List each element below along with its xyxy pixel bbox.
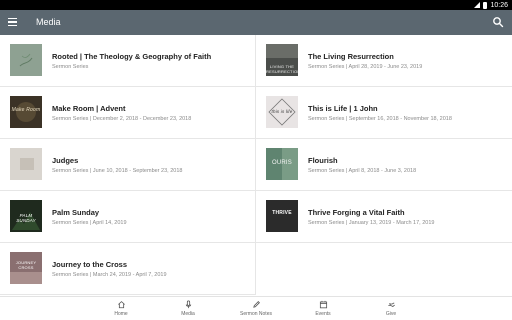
search-icon[interactable] — [492, 16, 504, 28]
list-item[interactable]: Judges Sermon Series | June 10, 2018 - S… — [0, 139, 256, 191]
series-subtitle: Sermon Series | September 16, 2018 - Nov… — [308, 116, 452, 122]
give-icon — [387, 302, 395, 307]
list-item[interactable]: OURIS Flourish Sermon Series | April 8, … — [256, 139, 512, 191]
series-subtitle: Sermon Series | April 14, 2019 — [52, 220, 127, 226]
nav-media[interactable]: Media — [158, 300, 218, 317]
series-subtitle: Sermon Series | January 13, 2019 - March… — [308, 220, 435, 226]
series-thumbnail: this is life — [266, 96, 298, 128]
list-item[interactable]: Rooted | The Theology & Geography of Fai… — [0, 35, 256, 87]
nav-label: Give — [385, 311, 397, 317]
series-thumbnail: Make Room — [10, 96, 42, 128]
series-thumbnail: JOURNEY CROSS — [10, 252, 42, 284]
nav-label: Sermon Notes — [240, 311, 272, 317]
calendar-icon — [319, 300, 327, 309]
series-title: Rooted | The Theology & Geography of Fai… — [52, 52, 212, 61]
battery-icon — [483, 1, 488, 9]
bottom-navigation: Home Media Sermon Notes Events Give — [0, 296, 512, 320]
app-bar: Media — [0, 10, 512, 35]
list-item[interactable]: this is life This is Life | 1 John Sermo… — [256, 87, 512, 139]
thumbnail-text: PALM SUNDAY — [16, 213, 36, 223]
nav-label: Events — [315, 311, 331, 317]
nav-sermon-notes[interactable]: Sermon Notes — [226, 300, 286, 317]
nav-label: Media — [181, 311, 195, 317]
series-thumbnail: LIVING THE RESURRECTION — [266, 44, 298, 76]
series-title: The Living Resurrection — [308, 52, 394, 61]
series-thumbnail: THRIVE — [266, 200, 298, 232]
series-title: Judges — [52, 156, 79, 165]
nav-events[interactable]: Events — [293, 300, 353, 317]
series-title: Thrive Forging a Vital Faith — [308, 208, 405, 217]
nav-label: Home — [114, 311, 128, 317]
series-subtitle: Sermon Series | April 28, 2019 - June 23… — [308, 64, 423, 70]
series-title: Palm Sunday — [52, 208, 100, 217]
status-icons: 10:26 — [474, 0, 508, 10]
series-thumbnail: PALM SUNDAY — [10, 200, 42, 232]
thumbnail-text: LIVING THE RESURRECTION — [266, 64, 298, 74]
series-subtitle: Sermon Series — [52, 64, 89, 70]
series-subtitle: Sermon Series | March 24, 2019 - April 7… — [52, 272, 167, 278]
wifi-icon — [474, 2, 481, 8]
series-title: This is Life | 1 John — [308, 104, 378, 113]
series-thumbnail — [10, 44, 42, 76]
thumbnail-text: THRIVE — [272, 210, 292, 216]
home-icon — [117, 301, 125, 309]
nav-home[interactable]: Home — [91, 300, 151, 317]
series-subtitle: Sermon Series | April 8, 2018 - June 3, … — [308, 168, 417, 174]
series-subtitle: Sermon Series | December 2, 2018 - Decem… — [52, 116, 192, 122]
thumbnail-text: JOURNEY CROSS — [15, 260, 37, 270]
series-title: Flourish — [308, 156, 338, 165]
series-thumbnail: OURIS — [266, 148, 298, 180]
list-item[interactable]: JOURNEY CROSS Journey to the Cross Sermo… — [0, 243, 256, 295]
media-list: Rooted | The Theology & Geography of Fai… — [0, 35, 512, 296]
series-title: Make Room | Advent — [52, 104, 126, 113]
thumbnail-text: this is life — [271, 109, 293, 114]
page-title: Media — [36, 17, 61, 27]
series-subtitle: Sermon Series | June 10, 2018 - Septembe… — [52, 168, 183, 174]
menu-icon[interactable] — [8, 15, 22, 29]
series-thumbnail — [10, 148, 42, 180]
thumbnail-text: OURIS — [271, 160, 292, 166]
list-item[interactable]: PALM SUNDAY Palm Sunday Sermon Series | … — [0, 191, 256, 243]
pencil-icon — [252, 301, 260, 308]
microphone-icon — [185, 300, 191, 309]
list-item[interactable]: THRIVE Thrive Forging a Vital Faith Serm… — [256, 191, 512, 243]
thumbnail-text: Make Room — [11, 107, 41, 113]
status-bar: 10:26 — [0, 0, 512, 10]
status-time: 10:26 — [490, 1, 508, 9]
list-item[interactable]: Make Room Make Room | Advent Sermon Seri… — [0, 87, 256, 139]
nav-give[interactable]: Give — [361, 300, 421, 317]
series-title: Journey to the Cross — [52, 260, 128, 269]
list-item[interactable]: LIVING THE RESURRECTION The Living Resur… — [256, 35, 512, 87]
